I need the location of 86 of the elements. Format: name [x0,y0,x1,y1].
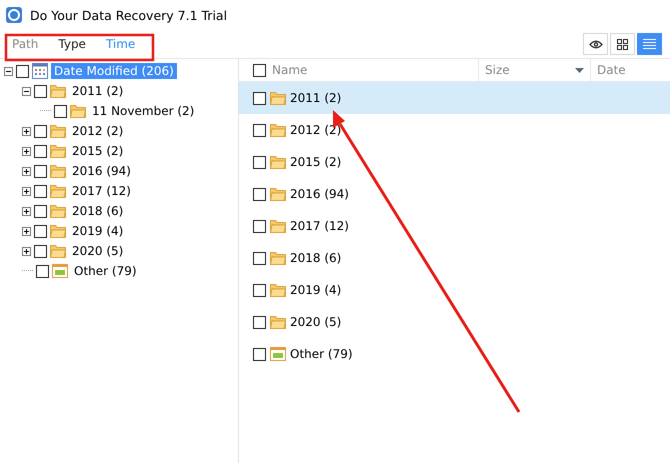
folder-icon [270,251,286,265]
tree-item[interactable]: 2020 (5) [69,243,126,259]
expand-icon[interactable] [22,246,31,256]
tree-item[interactable]: 2016 (94) [69,163,134,179]
checkbox[interactable] [253,252,266,264]
file-name: 2020 (5) [290,315,342,329]
checkbox[interactable] [253,348,266,360]
checkbox[interactable] [54,104,67,118]
sort-arrow-icon [575,68,584,72]
expand-icon[interactable] [22,126,31,136]
expand-icon[interactable] [22,226,31,236]
folder-icon [270,219,286,233]
file-type-icon [52,263,68,279]
folder-icon [50,224,66,238]
column-header[interactable]: Size [485,63,510,77]
checkbox[interactable] [253,220,266,232]
folder-icon [270,155,286,169]
folder-icon [50,84,66,98]
file-type-icon [270,346,286,362]
checkbox[interactable] [34,84,47,98]
tab[interactable]: Type [56,35,88,53]
checkbox[interactable] [253,124,266,136]
calendar-icon [32,63,48,79]
folder-icon [50,184,66,198]
tree-item[interactable]: Other (79) [71,263,140,279]
folder-icon [50,144,66,158]
window-title: Do Your Data Recovery 7.1 Trial [30,8,228,22]
file-name: 2017 (12) [290,219,349,233]
folder-icon [270,91,286,105]
file-name: 2018 (6) [290,251,342,265]
checkbox[interactable] [253,188,266,200]
select-all-checkbox[interactable] [253,64,266,76]
checkbox[interactable] [34,204,47,218]
expand-icon[interactable] [22,166,31,176]
file-name: 2015 (2) [290,155,342,169]
checkbox[interactable] [253,284,266,296]
file-row[interactable]: 2016 (94) [239,178,670,210]
expand-icon[interactable] [22,186,31,196]
file-row[interactable]: 2018 (6) [239,242,670,274]
checkbox[interactable] [34,244,47,258]
folder-icon [270,283,286,297]
folder-icon [50,204,66,218]
folder-icon [50,124,66,138]
expand-icon[interactable] [22,146,31,156]
checkbox[interactable] [16,64,29,78]
folder-icon [270,315,286,329]
tree-item[interactable]: 11 November (2) [89,103,198,119]
checkbox[interactable] [34,184,47,198]
file-name: 2011 (2) [290,91,342,105]
file-row[interactable]: 2019 (4) [239,274,670,306]
file-row[interactable]: Other (79) [239,338,670,370]
checkbox[interactable] [253,156,266,168]
collapse-icon[interactable] [22,86,31,96]
tree-item[interactable]: 2011 (2) [69,83,126,99]
tree-item[interactable]: 2019 (4) [69,223,126,239]
tree-item[interactable]: 2018 (6) [69,203,126,219]
grid-icon [617,38,628,50]
checkbox[interactable] [34,144,47,158]
folder-icon [50,244,66,258]
folder-icon [70,104,86,118]
tree-item[interactable]: 2017 (12) [69,183,134,199]
checkbox[interactable] [253,92,266,104]
folder-icon [50,164,66,178]
checkbox[interactable] [253,316,266,328]
file-name: Other (79) [290,347,353,361]
eye-icon [588,40,602,48]
expand-icon[interactable] [22,206,31,216]
file-row[interactable]: 2011 (2) [239,82,670,114]
tree-item[interactable]: 2012 (2) [69,123,126,139]
file-row[interactable]: 2015 (2) [239,146,670,178]
collapse-icon[interactable] [4,66,13,76]
file-name: 2019 (4) [290,283,342,297]
column-header[interactable]: Date [597,63,626,77]
tree-item[interactable]: 2015 (2) [69,143,126,159]
checkbox[interactable] [34,224,47,238]
column-header[interactable]: Name [272,63,308,77]
checkbox[interactable] [36,264,49,278]
list-icon [643,39,656,49]
folder-icon [270,123,286,137]
file-row[interactable]: 2020 (5) [239,306,670,338]
file-name: 2016 (94) [290,187,349,201]
folder-icon [270,187,286,201]
file-row[interactable]: 2017 (12) [239,210,670,242]
app-logo-icon [6,7,22,23]
checkbox[interactable] [34,164,47,178]
checkbox[interactable] [34,124,47,138]
